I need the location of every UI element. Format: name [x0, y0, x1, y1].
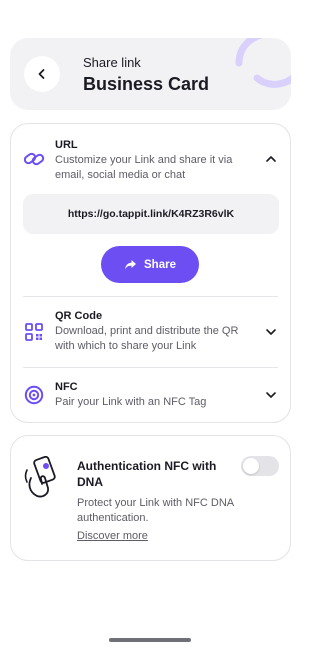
nfc-dna-toggle[interactable] [241, 456, 279, 476]
phone-tap-icon [24, 456, 56, 498]
qr-section-title: QR Code [55, 310, 103, 322]
qr-section-description: Download, print and distribute the QR wi… [55, 325, 239, 352]
toggle-knob [243, 458, 259, 474]
header-subtitle: Share link [83, 55, 141, 70]
authentication-card: Authentication NFC with DNA Protect your… [10, 435, 291, 561]
link-icon [23, 148, 45, 170]
discover-more-link[interactable]: Discover more [77, 530, 148, 542]
nfc-section-description: Pair your Link with an NFC Tag [55, 396, 207, 408]
page-title: Business Card [83, 74, 210, 94]
home-indicator[interactable] [109, 638, 191, 642]
url-section-description: Customize your Link and share it via ema… [55, 154, 233, 181]
share-button-label: Share [144, 258, 176, 271]
share-arrow-icon [125, 259, 137, 269]
link-url-field[interactable]: https://go.tappit.link/K4RZ3R6vlK [23, 194, 279, 234]
nfc-target-icon [23, 384, 45, 406]
divider [23, 296, 278, 297]
divider [23, 367, 278, 368]
back-button[interactable] [24, 56, 60, 92]
auth-description: Protect your Link with NFC DNA authentic… [77, 497, 234, 524]
auth-title: Authentication NFC with DNA [77, 459, 217, 489]
decorative-swirl-icon [235, 38, 291, 88]
header-card: Share link Business Card [10, 38, 291, 110]
chevron-up-icon[interactable] [264, 152, 278, 166]
qr-code-icon [23, 321, 45, 343]
chevron-down-icon[interactable] [264, 325, 278, 339]
chevron-down-icon[interactable] [264, 388, 278, 402]
share-button[interactable]: Share [101, 246, 199, 283]
nfc-section-title: NFC [55, 381, 78, 393]
share-options-card: URL Customize your Link and share it via… [10, 123, 291, 423]
url-section-title: URL [55, 139, 78, 151]
chevron-left-icon [38, 69, 45, 79]
